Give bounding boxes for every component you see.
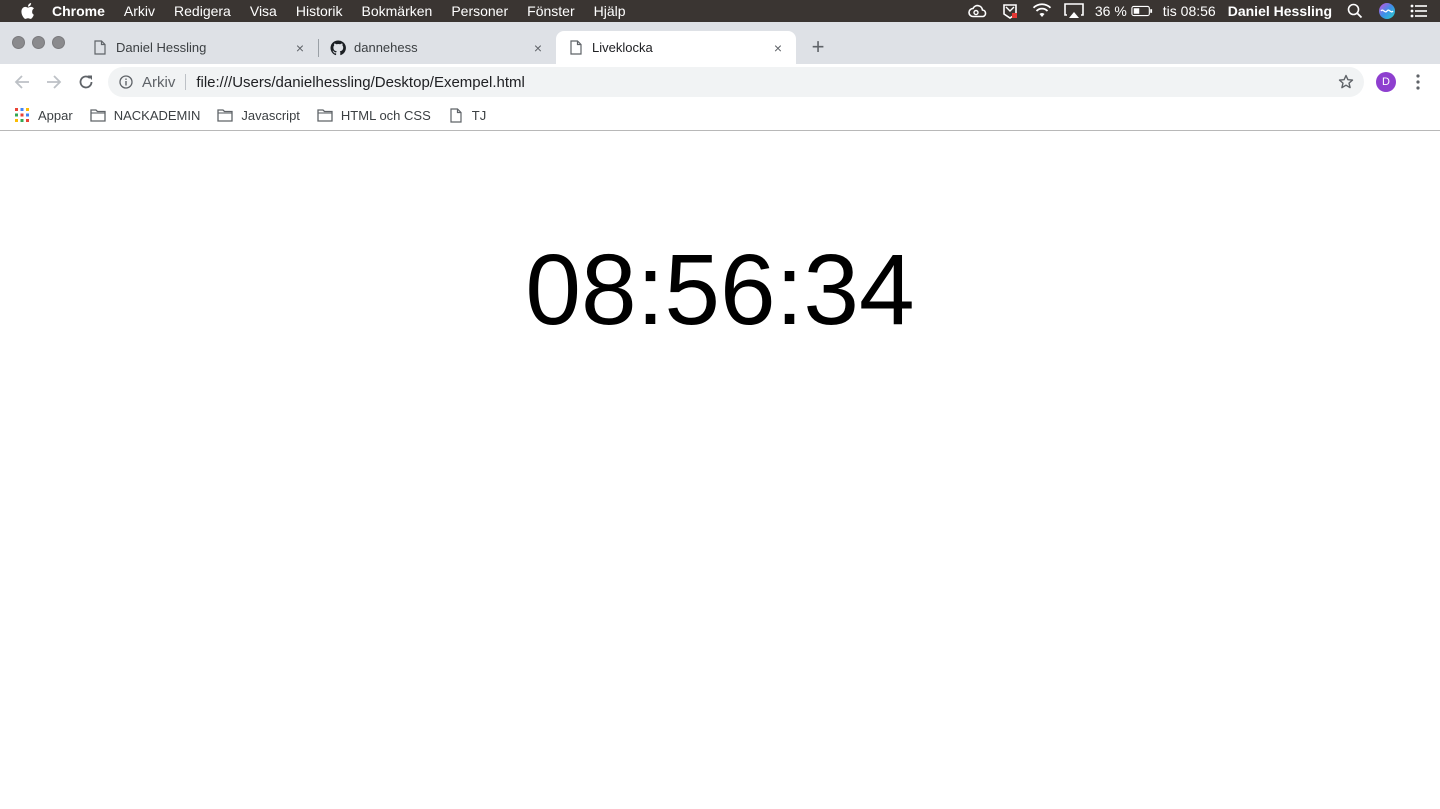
bookmark-label: Javascript — [241, 107, 300, 123]
folder-icon — [317, 107, 333, 123]
creative-cloud-icon[interactable] — [967, 0, 989, 22]
tab-close-icon[interactable]: × — [770, 40, 786, 56]
menubar-status-area: 36 % tis 08:56 Daniel Hessling — [967, 0, 1440, 22]
back-arrow-icon[interactable] — [10, 70, 34, 94]
menu-chrome[interactable]: Chrome — [52, 3, 105, 19]
tab-close-icon[interactable]: × — [530, 40, 546, 56]
bookmark-appar[interactable]: Appar — [14, 107, 73, 123]
new-tab-button[interactable]: + — [808, 34, 828, 59]
bookmark-label: NACKADEMIN — [113, 107, 201, 123]
bookmark-label: HTML och CSS — [340, 107, 431, 123]
bookmark-label: Appar — [38, 107, 73, 123]
url-text[interactable]: file:///Users/danielhessling/Desktop/Exe… — [196, 74, 1336, 91]
menu-redigera[interactable]: Redigera — [174, 3, 231, 19]
reload-icon[interactable] — [74, 70, 98, 94]
menu-visa[interactable]: Visa — [250, 3, 277, 19]
airplay-icon[interactable] — [1063, 0, 1085, 22]
macos-menu-bar: Chrome Arkiv Redigera Visa Historik Bokm… — [0, 0, 1440, 22]
menubar-user[interactable]: Daniel Hessling — [1228, 3, 1332, 19]
page-icon — [568, 40, 584, 56]
bookmark-tj[interactable]: TJ — [448, 107, 486, 123]
folder-icon — [90, 107, 106, 123]
address-bar[interactable]: Arkiv file:///Users/danielhessling/Deskt… — [108, 67, 1364, 97]
siri-icon[interactable] — [1376, 0, 1398, 22]
bookmarks-bar: Appar NACKADEMIN Javascript HTML och CSS… — [0, 100, 1440, 131]
more-menu-icon[interactable] — [1408, 70, 1428, 94]
page-content: 08:56:34 — [0, 132, 1440, 809]
live-clock-display: 08:56:34 — [525, 234, 915, 346]
page-icon — [92, 40, 108, 56]
menu-fonster[interactable]: Fönster — [527, 3, 574, 19]
forward-arrow-icon[interactable] — [42, 70, 66, 94]
omnibox-divider — [185, 74, 187, 90]
tab-dannehess[interactable]: dannehess × — [322, 31, 554, 64]
tab-daniel-hessling[interactable]: Daniel Hessling × — [84, 31, 316, 64]
bookmark-folder-javascript[interactable]: Javascript — [217, 107, 300, 123]
info-icon[interactable] — [118, 74, 134, 90]
apple-logo-icon[interactable] — [18, 0, 38, 22]
apps-grid-icon — [14, 107, 30, 123]
tab-title: Liveklocka — [592, 40, 653, 55]
menu-personer[interactable]: Personer — [451, 3, 508, 19]
tab-liveklocka[interactable]: Liveklocka × — [556, 31, 796, 64]
profile-avatar[interactable]: D — [1376, 72, 1396, 92]
tab-title: dannehess — [354, 40, 418, 55]
spotlight-search-icon[interactable] — [1344, 0, 1366, 22]
folder-icon — [217, 107, 234, 123]
security-shield-icon[interactable] — [999, 0, 1021, 22]
notification-center-icon[interactable] — [1408, 0, 1430, 22]
bookmark-label: TJ — [471, 107, 487, 123]
bookmark-folder-html-och-css[interactable]: HTML och CSS — [317, 107, 431, 123]
menu-hjalp[interactable]: Hjälp — [594, 3, 626, 19]
tab-separator — [318, 39, 319, 57]
battery-icon[interactable] — [1131, 0, 1153, 22]
tab-strip: Daniel Hessling × dannehess × Liveklocka… — [0, 22, 1440, 64]
browser-toolbar: Arkiv file:///Users/danielhessling/Deskt… — [0, 64, 1440, 100]
menu-historik[interactable]: Historik — [296, 3, 343, 19]
window-close-button[interactable] — [12, 36, 25, 49]
scheme-label: Arkiv — [142, 73, 176, 91]
window-zoom-button[interactable] — [52, 36, 65, 49]
menu-bokmarken[interactable]: Bokmärken — [362, 3, 433, 19]
tab-title: Daniel Hessling — [116, 40, 207, 55]
menu-arkiv[interactable]: Arkiv — [124, 3, 155, 19]
bookmark-star-icon[interactable] — [1336, 72, 1356, 92]
wifi-icon[interactable] — [1031, 0, 1053, 22]
battery-percent: 36 % — [1094, 3, 1127, 19]
tab-close-icon[interactable]: × — [292, 40, 308, 56]
menubar-clock[interactable]: tis 08:56 — [1163, 3, 1216, 19]
github-icon — [330, 39, 346, 56]
page-icon — [448, 107, 464, 123]
window-minimize-button[interactable] — [32, 36, 45, 49]
bookmark-folder-nackademin[interactable]: NACKADEMIN — [90, 107, 201, 123]
